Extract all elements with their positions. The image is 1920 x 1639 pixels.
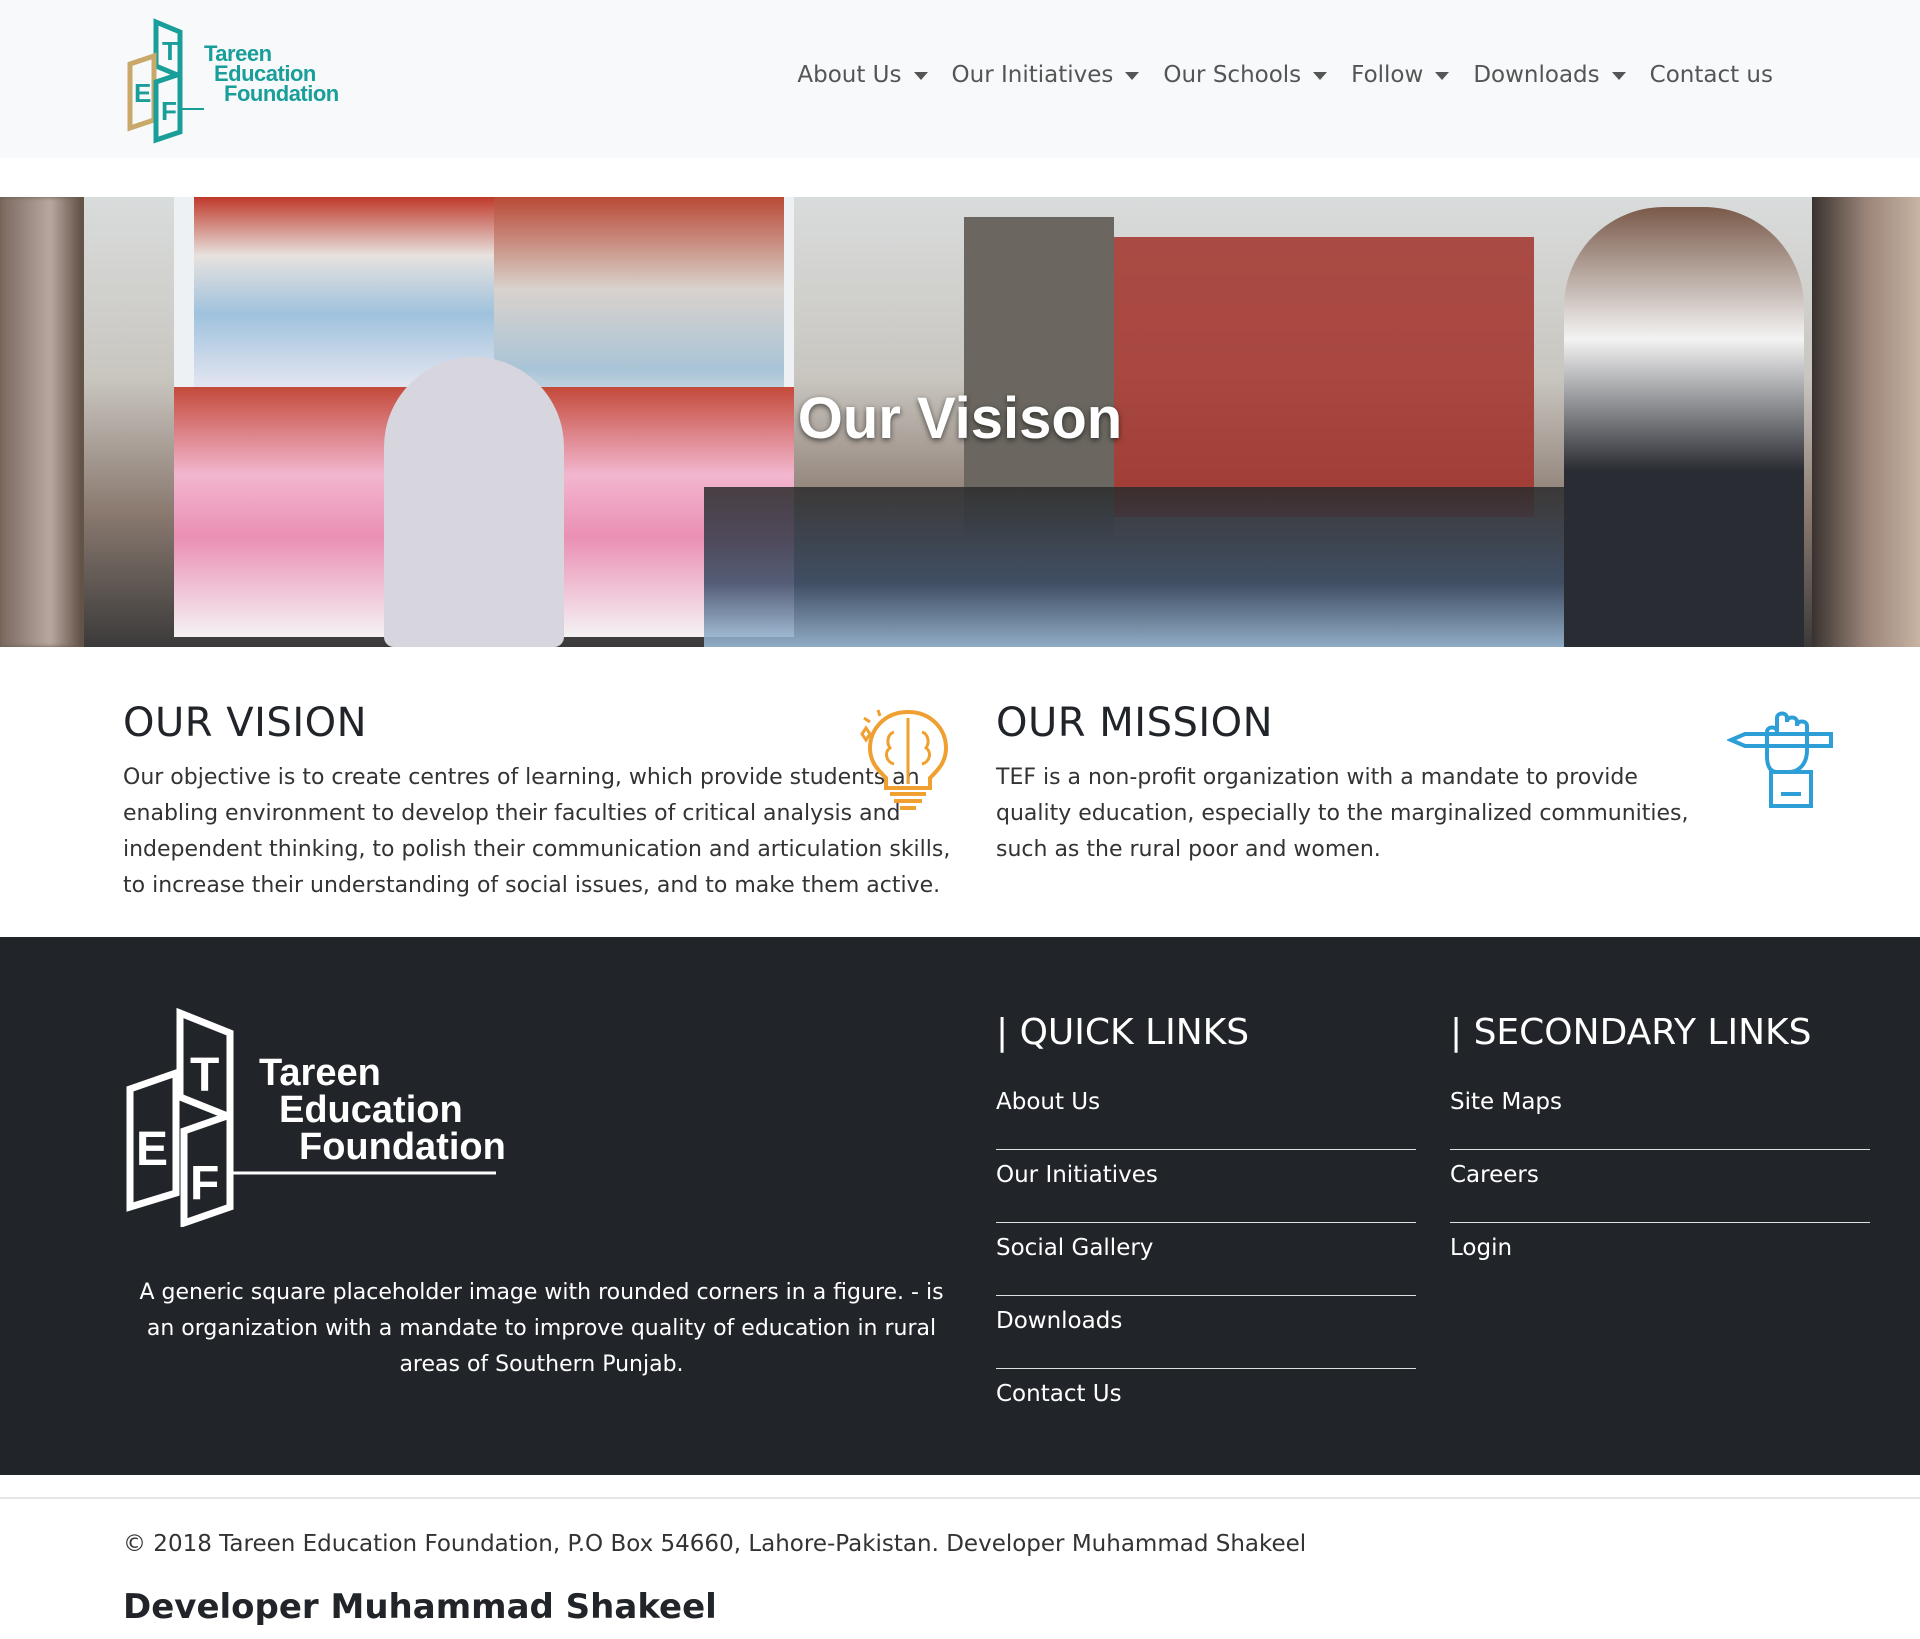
quick-links-heading: | QUICK LINKS [996, 1012, 1250, 1053]
quick-link-social-gallery[interactable]: Social Gallery [996, 1223, 1416, 1296]
caret-down-icon [1435, 72, 1450, 80]
secondary-link-careers[interactable]: Careers [1450, 1150, 1870, 1223]
svg-text:T: T [162, 36, 178, 66]
mission-heading: OUR MISSION [996, 700, 1274, 746]
quick-link-contact-us[interactable]: Contact Us [996, 1369, 1416, 1442]
svg-text:E: E [134, 78, 151, 108]
svg-text:F: F [161, 96, 177, 126]
vision-heading: OUR VISION [123, 700, 368, 746]
nav-follow[interactable]: Follow [1339, 62, 1461, 88]
hand-pen-icon [1727, 711, 1833, 808]
caret-down-icon [913, 72, 928, 80]
footer-description: A generic square placeholder image with … [139, 1280, 944, 1377]
nav-about-us[interactable]: About Us [785, 62, 939, 88]
nav-our-initiatives[interactable]: Our Initiatives [940, 62, 1152, 88]
secondary-link-site-maps[interactable]: Site Maps [1450, 1077, 1870, 1150]
caret-down-icon [1125, 72, 1140, 80]
secondary-links-heading: | SECONDARY LINKS [1450, 1012, 1812, 1053]
students-crowd [704, 487, 1704, 647]
hero-title: Our Visison [797, 386, 1123, 451]
brain-lightbulb-icon [860, 709, 949, 810]
site-footer: T E F Tareen Education Foundation A gene… [0, 937, 1920, 1475]
nav-downloads[interactable]: Downloads [1461, 62, 1637, 88]
secondary-links: | SECONDARY LINKS Site Maps Careers Logi… [1450, 1012, 1870, 1296]
quick-links: | QUICK LINKS About Us Our Initiatives S… [996, 1012, 1416, 1442]
logo-line-3: Foundation [224, 81, 339, 106]
nav-our-schools[interactable]: Our Schools [1151, 62, 1339, 88]
main-nav: About Us Our Initiatives Our Schools Fol… [785, 62, 1785, 88]
nav-contact-us[interactable]: Contact us [1638, 62, 1785, 88]
tef-logo-icon: T E F [127, 18, 204, 144]
footer-logo[interactable]: T E F Tareen Education Foundation [124, 1007, 506, 1228]
copyright-text: © 2018 Tareen Education Foundation, P.O … [123, 1531, 1307, 1557]
vision-text: Our objective is to create centres of le… [123, 765, 951, 898]
caret-down-icon [1313, 72, 1328, 80]
mission-section: OUR MISSION TEF is a non-profit organiza… [996, 700, 1716, 868]
quick-link-our-initiatives[interactable]: Our Initiatives [996, 1150, 1416, 1223]
mission-text: TEF is a non-profit organization with a … [996, 765, 1689, 862]
quick-link-about-us[interactable]: About Us [996, 1077, 1416, 1150]
caret-down-icon [1611, 72, 1626, 80]
footer-logo-wordmark: Tareen Education Foundation [259, 1052, 506, 1168]
quick-link-downloads[interactable]: Downloads [996, 1296, 1416, 1369]
bottom-bar: © 2018 Tareen Education Foundation, P.O … [0, 1497, 1920, 1639]
site-header: T E F Tareen Education Foundation About … [0, 0, 1920, 158]
site-logo[interactable]: T E F Tareen Education Foundation [124, 16, 344, 144]
logo-wordmark: Tareen Education Foundation [204, 43, 339, 106]
vision-section: OUR VISION Our objective is to create ce… [123, 700, 963, 904]
hero-banner: Our Visison [0, 197, 1920, 647]
secondary-link-login[interactable]: Login [1450, 1223, 1870, 1296]
developer-credit: Developer Muhammad Shakeel [123, 1587, 717, 1627]
